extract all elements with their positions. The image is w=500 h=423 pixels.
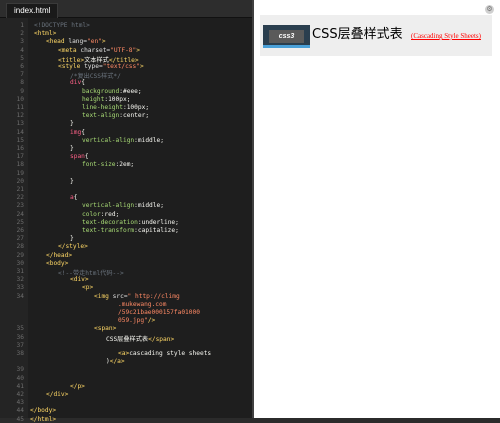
- line-number: 16: [16, 145, 24, 152]
- line-number: 15: [16, 136, 24, 144]
- browser-preview: ⚙ css3 CSS层叠样式表 (Cascading Style Sheets): [254, 0, 500, 418]
- code-line[interactable]: <html>: [34, 30, 56, 37]
- line-number: 23: [16, 202, 24, 210]
- line-number: 19: [16, 169, 24, 177]
- code-line[interactable]: line-height:100px;: [82, 104, 149, 111]
- code-line[interactable]: vertical-align:middle;: [82, 137, 164, 144]
- code-line[interactable]: text-transform:capitalize;: [82, 227, 179, 234]
- code-line[interactable]: vertical-align:middle;: [82, 202, 164, 209]
- line-number: 27: [16, 235, 24, 243]
- css3-logo-image: css3: [263, 25, 310, 48]
- line-number: 39: [16, 366, 24, 374]
- line-number: 17: [16, 153, 24, 161]
- line-number: 22: [16, 194, 24, 202]
- code-line[interactable]: CSS层叠样式表</span>: [106, 334, 174, 343]
- code-line[interactable]: <img src=" http://climg: [94, 293, 180, 300]
- line-number: 41: [16, 382, 24, 390]
- line-number: 6: [20, 63, 24, 70]
- line-number: 10: [16, 95, 24, 103]
- code-line[interactable]: <head lang="en">: [46, 38, 106, 45]
- code-line[interactable]: <!--带走html代码-->: [58, 268, 124, 277]
- line-number: 20: [16, 177, 24, 185]
- line-number: 30: [16, 259, 24, 267]
- line-number: 14: [16, 128, 24, 136]
- line-number: 44: [16, 407, 24, 415]
- code-line[interactable]: text-decoration:underline;: [82, 219, 179, 226]
- code-line[interactable]: </html>: [30, 416, 56, 423]
- code-line[interactable]: </div>: [46, 391, 68, 398]
- line-number: 37: [16, 341, 24, 349]
- tab-index-html[interactable]: index.html: [6, 3, 59, 18]
- line-number: 45: [16, 415, 24, 423]
- code-line[interactable]: img{: [70, 129, 85, 136]
- code-line[interactable]: )</a>: [106, 358, 125, 365]
- code-line[interactable]: .mukewang.com: [118, 301, 166, 308]
- line-number: 38: [16, 350, 24, 357]
- logo-accent-bar: [263, 45, 310, 48]
- line-number: 25: [16, 218, 24, 226]
- code-line[interactable]: </head>: [46, 252, 72, 259]
- line-number: 21: [16, 186, 24, 193]
- line-number: 9: [20, 87, 24, 95]
- line-number: 11: [16, 104, 24, 111]
- code-line[interactable]: <p>: [82, 284, 93, 291]
- code-line[interactable]: </p>: [70, 383, 85, 390]
- line-number: 26: [16, 227, 24, 234]
- code-editor[interactable]: index.html 1 <!DOCTYPE html> 2 <html> 3 <head…: [0, 0, 252, 423]
- line-number: 33: [16, 284, 24, 292]
- code-line[interactable]: /59c21bae000157fa01000: [118, 309, 200, 316]
- line-number: 3: [20, 38, 24, 46]
- code-line[interactable]: <style type="text/css">: [58, 63, 144, 70]
- code-line[interactable]: <meta charset="UTF-8">: [58, 47, 140, 54]
- line-number: 18: [16, 161, 24, 169]
- code-line[interactable]: span{: [70, 153, 89, 160]
- code-line[interactable]: background:#eee;: [82, 88, 142, 95]
- code-line[interactable]: <div>: [70, 276, 89, 283]
- line-number: 36: [16, 333, 24, 341]
- code-line[interactable]: height:100px;: [82, 96, 130, 103]
- code-line[interactable]: text-align:center;: [82, 112, 149, 119]
- line-number: 7: [20, 71, 24, 79]
- line-number: 4: [20, 46, 24, 54]
- code-line[interactable]: <a>cascading style sheets: [118, 350, 211, 357]
- line-number: 43: [16, 399, 24, 407]
- code-line[interactable]: <!DOCTYPE html>: [34, 22, 90, 29]
- line-number: 8: [20, 79, 24, 87]
- line-number: 13: [16, 120, 24, 128]
- code-line[interactable]: font-size:2em;: [82, 161, 134, 168]
- line-number: 5: [20, 54, 24, 62]
- code-line[interactable]: }: [70, 235, 74, 242]
- code-line[interactable]: }: [70, 178, 74, 185]
- line-number: 29: [16, 251, 24, 259]
- line-number: 35: [16, 325, 24, 333]
- editor-tab-bar: index.html: [0, 0, 252, 18]
- line-number: 31: [16, 268, 24, 275]
- code-line[interactable]: <body>: [46, 260, 68, 267]
- line-number: 32: [16, 276, 24, 284]
- code-line[interactable]: a{: [70, 194, 77, 201]
- code-line[interactable]: }: [70, 120, 74, 127]
- line-number: 24: [16, 210, 24, 218]
- line-number: 12: [16, 112, 24, 120]
- code-line[interactable]: <span>: [94, 325, 116, 332]
- code-line[interactable]: </body>: [30, 407, 56, 414]
- code-line[interactable]: color:red;: [82, 211, 119, 218]
- code-line[interactable]: 059.jpg"/>: [118, 317, 155, 324]
- demo-div: css3 CSS层叠样式表 (Cascading Style Sheets): [260, 15, 492, 56]
- line-number: 28: [16, 243, 24, 251]
- line-number: 34: [16, 292, 24, 300]
- line-number: 2: [20, 30, 24, 38]
- line-number: 42: [16, 391, 24, 398]
- code-line[interactable]: }: [70, 145, 74, 152]
- line-number: 40: [16, 374, 24, 382]
- code-line[interactable]: div{: [70, 79, 85, 86]
- css3-logo-text: css3: [269, 30, 304, 43]
- css-title-span: CSS层叠样式表: [312, 27, 403, 42]
- line-number: 1: [20, 22, 24, 29]
- settings-gear-icon[interactable]: ⚙: [485, 5, 494, 14]
- cascading-style-sheets-link[interactable]: (Cascading Style Sheets): [411, 32, 481, 40]
- code-line[interactable]: </style>: [58, 243, 88, 250]
